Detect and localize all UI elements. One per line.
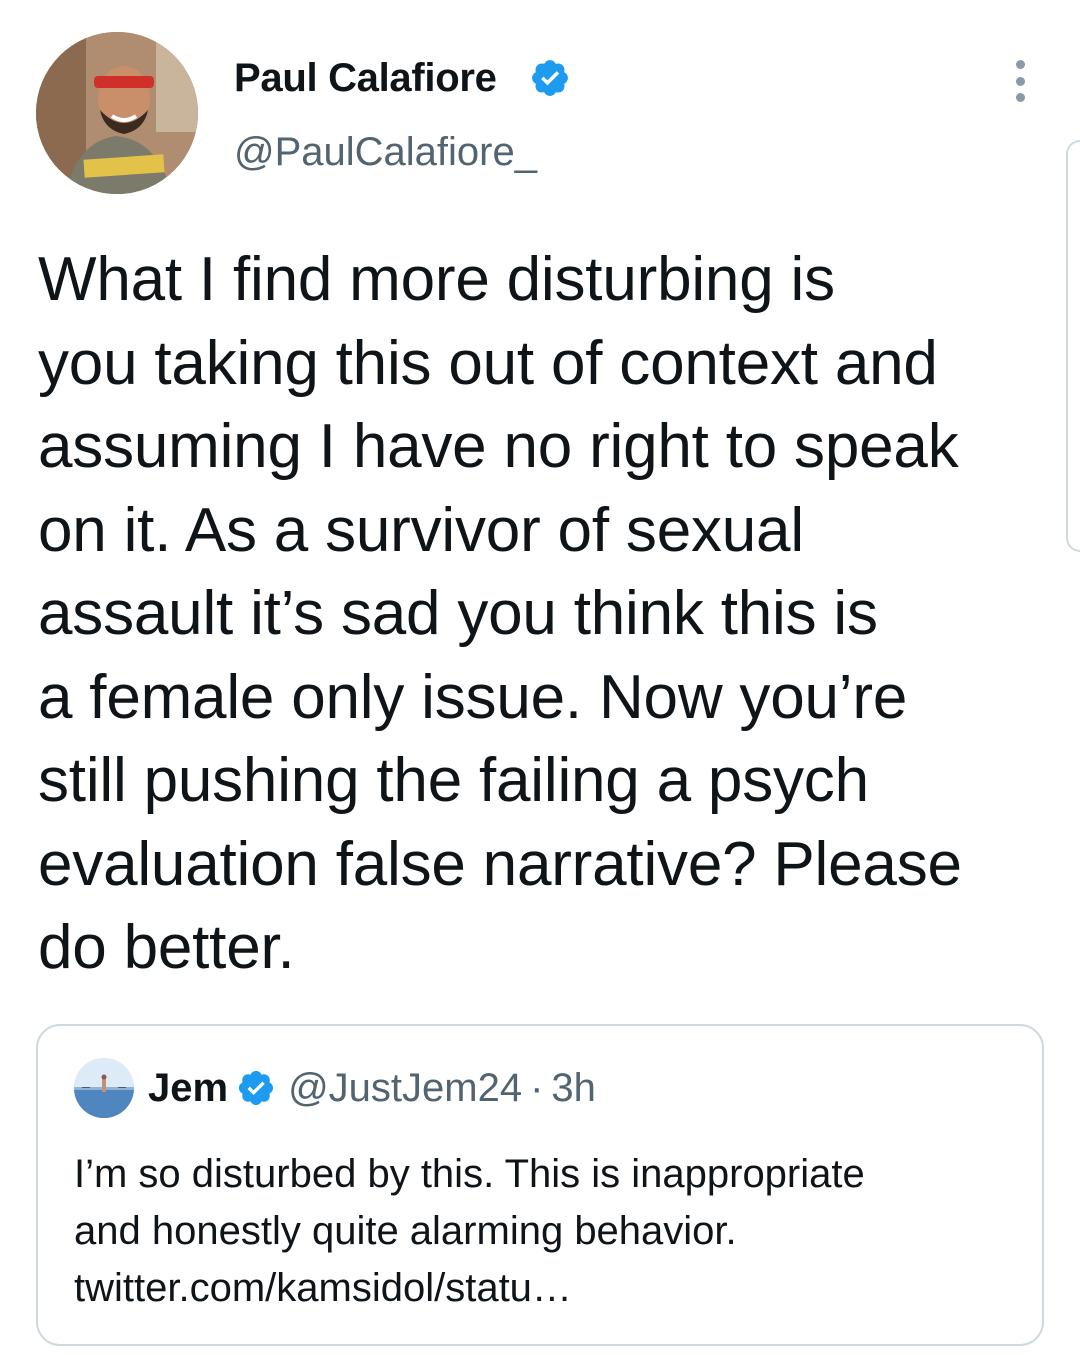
more-dot [1015, 60, 1025, 69]
profile-photo-icon [36, 32, 198, 194]
quoted-timestamp[interactable]: 3h [551, 1064, 596, 1112]
scroll-edge [1066, 140, 1080, 552]
quoted-tweet-header: Jem @JustJem24 · 3h [148, 1064, 596, 1112]
tweet: Paul Calafiore @PaulCalafiore_ What I fi… [0, 0, 1080, 1355]
author-avatar[interactable] [36, 32, 198, 194]
quoted-verified-badge-icon [238, 1070, 274, 1106]
quoted-separator: · [530, 1066, 544, 1110]
author-handle[interactable]: @PaulCalafiore_ [234, 128, 537, 176]
more-dot [1015, 93, 1025, 102]
more-dot [1015, 76, 1025, 86]
quoted-profile-photo-icon [74, 1058, 134, 1118]
author-name[interactable]: Paul Calafiore [234, 54, 497, 102]
quoted-author-name[interactable]: Jem [148, 1064, 228, 1112]
quoted-tweet-text: I’m so disturbed by this. This is inappr… [74, 1152, 865, 1310]
tweet-text: What I find more disturbing is you takin… [38, 245, 962, 982]
verified-badge-icon [532, 60, 568, 96]
quoted-author-avatar[interactable] [74, 1058, 134, 1118]
more-vertical-icon[interactable] [1010, 60, 1030, 102]
quoted-tweet-card[interactable]: Jem @JustJem24 · 3h I’m so disturbed by … [36, 1024, 1044, 1346]
quoted-author-handle[interactable]: @JustJem24 [288, 1064, 522, 1112]
